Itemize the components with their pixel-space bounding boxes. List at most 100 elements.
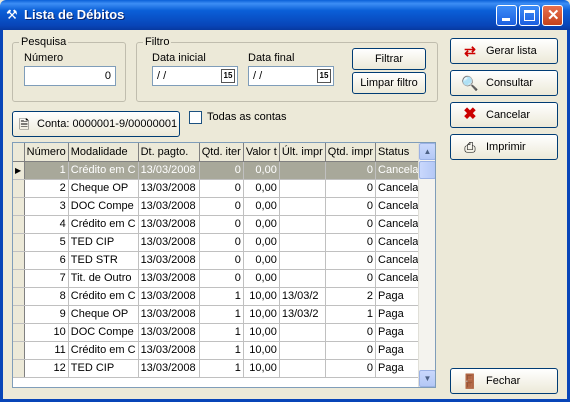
maximize-button[interactable] [519,5,540,26]
table-cell: 3 [24,197,69,216]
table-row[interactable]: 3 DOC Compe 13/03/2008 0 0,00 0 Cancelada [13,197,435,216]
table-cell: 7 [24,269,69,288]
todas-contas-label[interactable]: Todas as contas [207,111,287,123]
debitos-grid[interactable]: Número Modalidade Dt. pagto. Qtd. iter V… [12,142,436,388]
todas-contas-checkbox[interactable] [189,111,202,124]
column-header[interactable]: Qtd. iter [199,143,244,162]
column-header[interactable]: Dt. pagto. [138,143,200,162]
table-row[interactable]: 4 Crédito em C 13/03/2008 0 0,00 0 Cancelada [13,215,435,234]
table-row[interactable]: 6 TED STR 13/03/2008 0 0,00 0 Cancelada [13,251,435,270]
row-indicator[interactable] [13,197,25,216]
scroll-up-button[interactable]: ▲ [419,143,435,160]
row-indicator[interactable] [13,251,25,270]
numero-label: Número [24,52,64,64]
column-header[interactable]: Qtd. impr [325,143,377,162]
close-icon: ✕ [547,7,560,24]
table-cell: 1 [199,359,244,378]
table-cell [279,197,326,216]
table-cell: 0,00 [243,233,280,252]
gerar-lista-label: Gerar lista [486,45,537,57]
row-indicator[interactable] [13,215,25,234]
row-indicator[interactable] [13,359,25,378]
calendar-icon[interactable]: 15 [221,69,235,83]
table-cell: 13/03/2008 [138,161,200,180]
generate-list-icon: ⇄ [464,43,476,59]
limpar-filtro-button[interactable]: Limpar filtro [352,72,426,94]
row-indicator[interactable] [13,287,25,306]
grid-header: Número Modalidade Dt. pagto. Qtd. iter V… [13,143,435,162]
table-cell: 0,00 [243,215,280,234]
table-cell: 0 [325,233,377,252]
data-inicial-field[interactable]: / / 15 [152,66,238,86]
minimize-button[interactable] [496,5,517,26]
table-cell: TED STR [68,251,139,270]
table-cell: 9 [24,305,69,324]
gerar-lista-button[interactable]: ⇄ Gerar lista [450,38,558,64]
conta-button[interactable]: 🗎 Conta: 0000001-9/00000001 [12,111,180,137]
table-cell: DOC Compe [68,323,139,342]
table-cell: 0 [199,161,244,180]
window-title: Lista de Débitos [24,7,125,22]
table-row[interactable]: ▶ 1 Crédito em C 13/03/2008 0 0,00 0 Cancelada [13,161,435,180]
filtrar-label: Filtrar [374,53,404,65]
table-cell: 0 [325,269,377,288]
row-indicator[interactable] [13,179,25,198]
table-cell: 0 [325,179,377,198]
calendar-icon[interactable]: 15 [317,69,331,83]
table-cell: 0 [199,215,244,234]
table-row[interactable]: 10 DOC Compe 13/03/2008 1 10,00 0 Paga [13,323,435,342]
cancel-icon: ✖ [463,106,477,123]
table-cell [279,233,326,252]
filtrar-button[interactable]: Filtrar [352,48,426,70]
wrench-icon: ⚒ [6,7,18,22]
imprimir-button[interactable]: ⎙ Imprimir [450,134,558,160]
data-final-label: Data final [248,52,295,64]
table-cell: 4 [24,215,69,234]
row-indicator[interactable] [13,341,25,360]
close-button[interactable]: ✕ [542,5,563,26]
fechar-button[interactable]: 🚪 Fechar [450,368,558,394]
column-header[interactable]: Últ. impr [279,143,326,162]
column-header[interactable]: Modalidade [68,143,139,162]
current-row-arrow-icon: ▶ [15,166,22,175]
account-icon: 🗎 [19,117,30,132]
limpar-filtro-label: Limpar filtro [360,77,418,89]
row-indicator[interactable] [13,305,25,324]
table-row[interactable]: 7 Tit. de Outro 13/03/2008 0 0,00 0 Cancelada [13,269,435,288]
table-cell: 6 [24,251,69,270]
table-row[interactable]: 9 Cheque OP 13/03/2008 1 10,00 13/03/2 1 Paga [13,305,435,324]
table-cell: 0 [199,251,244,270]
table-row[interactable]: 8 Crédito em C 13/03/2008 1 10,00 13/03/2 2 Pag… [13,287,435,306]
table-cell: Cheque OP [68,305,139,324]
scroll-thumb[interactable] [419,161,435,179]
row-indicator[interactable] [13,323,25,342]
vertical-scrollbar[interactable]: ▲ ▼ [418,143,435,387]
row-indicator[interactable] [13,233,25,252]
table-row[interactable]: 12 TED CIP 13/03/2008 1 10,00 0 Paga [13,359,435,378]
title-bar[interactable]: ⚒ Lista de Débitos ✕ [0,0,570,30]
table-cell: 10 [24,323,69,342]
row-indicator[interactable]: ▶ [13,161,25,180]
cancelar-button[interactable]: ✖ Cancelar [450,102,558,128]
table-cell: 0,00 [243,161,280,180]
table-cell: 0 [325,215,377,234]
column-header[interactable]: Valor t [243,143,280,162]
data-final-field[interactable]: / / 15 [248,66,334,86]
table-cell: 13/03/2008 [138,305,200,324]
table-row[interactable]: 2 Cheque OP 13/03/2008 0 0,00 0 Cancelada [13,179,435,198]
scroll-down-button[interactable]: ▼ [419,370,435,387]
consultar-button[interactable]: 🔍 Consultar [450,70,558,96]
conta-label: Conta: 0000001-9/00000001 [37,118,178,130]
table-row[interactable]: 11 Crédito em C 13/03/2008 1 10,00 0 Paga [13,341,435,360]
table-cell: 0,00 [243,197,280,216]
table-cell: 12 [24,359,69,378]
header-indicator [13,143,25,162]
cancelar-label: Cancelar [486,109,531,121]
numero-input[interactable]: 0 [24,66,116,86]
table-row[interactable]: 5 TED CIP 13/03/2008 0 0,00 0 Cancelada [13,233,435,252]
printer-icon: ⎙ [464,139,476,155]
table-cell [279,359,326,378]
exit-door-icon: 🚪 [461,373,479,389]
row-indicator[interactable] [13,269,25,288]
column-header[interactable]: Número [24,143,69,162]
